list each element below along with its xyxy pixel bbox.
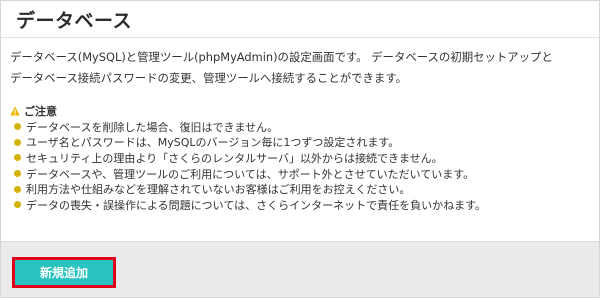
bullet-icon (14, 170, 21, 178)
panel-header: データベース (1, 1, 599, 38)
page-title: データベース (16, 10, 133, 32)
list-item: データベースを削除した場合、復旧はできません。 (10, 119, 595, 135)
panel-footer: 新規追加 (1, 241, 599, 297)
description: データベース(MySQL)と管理ツール(phpMyAdmin)の設定画面です。 … (10, 47, 595, 89)
description-line: データベース(MySQL)と管理ツール(phpMyAdmin)の設定画面です。 … (10, 50, 553, 64)
list-item: セキュリティ上の理由より「さくらのレンタルサーバ」以外からは接続できません。 (10, 150, 595, 166)
notice-item-text: ユーザ名とパスワードは、MySQLのバージョン毎に1つずつ設定されます。 (26, 136, 400, 150)
bullet-icon (14, 123, 21, 131)
list-item: ユーザ名とパスワードは、MySQLのバージョン毎に1つずつ設定されます。 (10, 135, 595, 151)
bullet-icon (14, 201, 21, 209)
bullet-icon (14, 185, 21, 193)
notice-item-text: データベースや、管理ツールのご利用については、サポート外とさせていただいています… (26, 167, 475, 181)
notice-item-text: データベースを削除した場合、復旧はできません。 (26, 120, 279, 134)
panel-content: データベース(MySQL)と管理ツール(phpMyAdmin)の設定画面です。 … (1, 39, 599, 241)
list-item: 利用方法や仕組みなどを理解されていないお客様はご利用をお控えください。 (10, 181, 595, 197)
list-item: データベースや、管理ツールのご利用については、サポート外とさせていただいています… (10, 166, 595, 182)
description-line: データベース接続パスワードの変更、管理ツールへ接続することができます。 (10, 71, 407, 85)
list-item: データの喪失・誤操作による問題については、さくらインターネットで責任を負いかねま… (10, 197, 595, 213)
notice-item-text: セキュリティ上の理由より「さくらのレンタルサーバ」以外からは接続できません。 (26, 151, 443, 165)
database-settings-panel: データベース データベース(MySQL)と管理ツール(phpMyAdmin)の設… (0, 0, 600, 298)
notice-title: ご注意 (24, 104, 57, 118)
add-new-button[interactable]: 新規追加 (12, 257, 116, 288)
notice-section: ご注意 データベースを削除した場合、復旧はできません。 ユーザ名とパスワードは、… (10, 103, 595, 213)
notice-item-text: データの喪失・誤操作による問題については、さくらインターネットで責任を負いかねま… (26, 198, 487, 212)
notice-heading: ご注意 (10, 103, 595, 118)
notice-item-text: 利用方法や仕組みなどを理解されていないお客様はご利用をお控えください。 (26, 183, 411, 197)
bullet-icon (14, 138, 21, 146)
notice-list: データベースを削除した場合、復旧はできません。 ユーザ名とパスワードは、MySQ… (10, 119, 595, 213)
bullet-icon (14, 154, 21, 162)
warning-icon (10, 106, 20, 115)
